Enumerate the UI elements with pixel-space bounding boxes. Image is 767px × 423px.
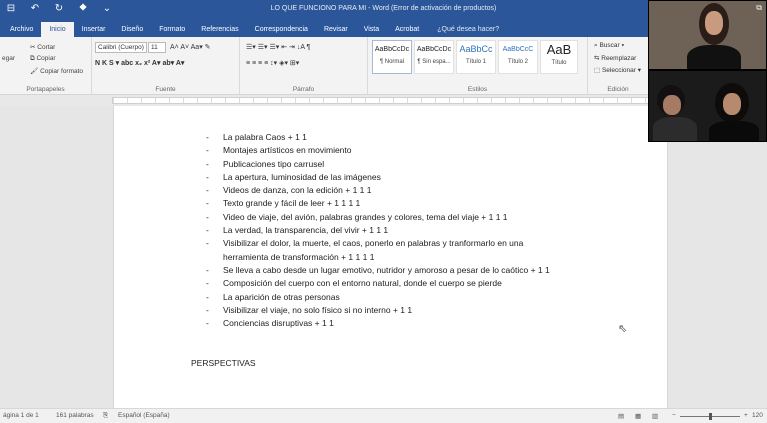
style-normal[interactable]: AaBbCcDc ¶ Normal: [372, 40, 412, 74]
zoom-out-icon[interactable]: −: [672, 412, 676, 419]
tab-diseno[interactable]: Diseño: [113, 26, 151, 37]
font-group: Calibri (Cuerpo) 11 A˄ A˅ Aa▾ ✎ N K S ▾ …: [92, 37, 240, 95]
format-painter-label: Copiar formato: [40, 68, 84, 75]
find-button[interactable]: ⌕ Buscar ▾: [594, 42, 624, 50]
tab-formato[interactable]: Formato: [151, 26, 193, 37]
font-tools-row1[interactable]: A˄ A˅ Aa▾ ✎: [170, 43, 211, 51]
participant-body: [687, 45, 741, 69]
zoom-level[interactable]: 120: [752, 412, 763, 419]
list-item[interactable]: Se lleva a cabo desde un lugar emotivo, …: [206, 264, 666, 278]
font-size-select[interactable]: 11: [148, 42, 166, 53]
list-item[interactable]: La aparición de otras personas: [206, 291, 666, 305]
proofing-icon[interactable]: ⎘: [103, 412, 108, 420]
style-name: Título 2: [507, 59, 528, 65]
paragraph-group-label: Párrafo: [292, 86, 315, 93]
style-sample: AaBbCc: [459, 44, 493, 54]
style-name: Título 1: [465, 59, 486, 65]
font-group-label: Fuente: [155, 86, 176, 93]
brush-icon: 🖌: [30, 68, 41, 75]
style-sample: AaBbCcC: [502, 46, 534, 53]
style-sample: AaB: [546, 42, 572, 57]
select-button[interactable]: ⬚ Seleccionar ▾: [594, 66, 641, 74]
style-name: Título: [551, 60, 567, 66]
web-layout-icon[interactable]: ▥: [652, 412, 658, 420]
font-format-row2[interactable]: N K S ▾ abc x₂ x² A▾ ab▾ A▾: [95, 59, 184, 67]
webcam-tile-1: ⧉: [648, 0, 767, 70]
editing-group: ⌕ Buscar ▾ ⇆ Reemplazar ⬚ Seleccionar ▾ …: [588, 37, 648, 95]
clipboard-group: egar ✂ Cortar ⧉ Copiar 🖌 Copiar formato …: [0, 37, 92, 95]
page-count[interactable]: ágina 1 de 1: [3, 412, 39, 419]
clipboard-group-label: Portapapeles: [26, 86, 65, 93]
word-count[interactable]: 161 palabras: [56, 412, 94, 419]
list-item[interactable]: La verdad, la transparencia, del vivir +…: [206, 224, 666, 238]
participant-body: [709, 121, 759, 141]
style-heading-1[interactable]: AaBbCc Título 1: [456, 40, 496, 74]
styles-group: AaBbCcDc ¶ Normal AaBbCcDc ¶ Sin espa...…: [368, 37, 588, 95]
section-heading[interactable]: PERSPECTIVAS: [191, 358, 256, 368]
list-item[interactable]: La palabra Caos + 1 1: [206, 131, 666, 145]
tab-acrobat[interactable]: Acrobat: [387, 26, 427, 37]
list-item[interactable]: La apertura, luminosidad de las imágenes: [206, 171, 666, 185]
list-item[interactable]: Visibilizar el dolor, la muerte, el caos…: [206, 237, 551, 264]
replace-button[interactable]: ⇆ Reemplazar: [594, 54, 636, 62]
mouse-pointer-icon: ⇖: [618, 323, 628, 335]
cut-label: Cortar: [37, 44, 56, 51]
editing-group-label: Edición: [607, 86, 629, 93]
paragraph-group: ☰▾ ☰▾ ☰▾ ⇤ ⇥ ↓A ¶ ≡ ≡ ≡ ≡ ↕▾ ◈▾ ⊞▾ Párra…: [240, 37, 368, 95]
tell-me-search[interactable]: ¿Qué desea hacer?: [427, 26, 507, 37]
style-heading-2[interactable]: AaBbCcC Título 2: [498, 40, 538, 74]
document-page[interactable]: La palabra Caos + 1 1 Montajes artístico…: [113, 106, 668, 408]
paragraph-row1[interactable]: ☰▾ ☰▾ ☰▾ ⇤ ⇥ ↓A ¶: [246, 43, 310, 51]
styles-group-label: Estilos: [467, 86, 488, 93]
list-item[interactable]: Publicaciones tipo carrusel: [206, 158, 666, 172]
tab-insertar[interactable]: Insertar: [74, 26, 114, 37]
read-mode-icon[interactable]: ▤: [618, 412, 624, 420]
tab-archivo[interactable]: Archivo: [2, 26, 41, 37]
copy-button[interactable]: ⧉ Copiar: [30, 55, 56, 63]
tab-referencias[interactable]: Referencias: [193, 26, 246, 37]
list-item[interactable]: Visibilizar el viaje, no solo físico si …: [206, 304, 666, 318]
style-name: ¶ Normal: [379, 59, 405, 65]
language-indicator[interactable]: Español (España): [118, 412, 170, 419]
style-sample: AaBbCcDc: [416, 46, 452, 53]
zoom-in-icon[interactable]: +: [744, 412, 748, 419]
tab-correspondencia[interactable]: Correspondencia: [247, 26, 316, 37]
cut-button[interactable]: ✂ Cortar: [30, 43, 55, 51]
document-workspace: La palabra Caos + 1 1 Montajes artístico…: [0, 106, 767, 408]
status-bar: ágina 1 de 1 161 palabras ⎘ Español (Esp…: [0, 408, 767, 423]
style-sample: AaBbCcDc: [374, 46, 410, 53]
style-name: ¶ Sin espa...: [417, 59, 451, 65]
print-layout-icon[interactable]: ▦: [635, 412, 641, 420]
participant-body: [653, 117, 697, 141]
participant-face: [705, 11, 723, 35]
list-item[interactable]: Montajes artísticos en movimiento: [206, 144, 666, 158]
participant-face: [723, 93, 741, 115]
list-item[interactable]: Video de viaje, del avión, palabras gran…: [206, 211, 666, 225]
format-painter-button[interactable]: 🖌 Copiar formato: [30, 67, 83, 75]
list-item[interactable]: Texto grande y fácil de leer + 1 1 1 1: [206, 197, 666, 211]
copy-label: Copiar: [36, 55, 56, 62]
paste-button[interactable]: egar: [2, 55, 15, 62]
tab-vista[interactable]: Vista: [356, 26, 387, 37]
bullet-list: La palabra Caos + 1 1 Montajes artístico…: [206, 131, 666, 331]
list-item[interactable]: Videos de danza, con la edición + 1 1 1: [206, 184, 666, 198]
list-item[interactable]: Composición del cuerpo con el entorno na…: [206, 277, 666, 291]
webcam-tile-2: [648, 70, 767, 142]
participant-face: [663, 95, 681, 115]
tab-inicio[interactable]: Inicio: [41, 22, 74, 37]
paragraph-row2[interactable]: ≡ ≡ ≡ ≡ ↕▾ ◈▾ ⊞▾: [246, 59, 299, 67]
list-item[interactable]: Conciencias disruptivas + 1 1: [206, 317, 666, 331]
zoom-slider-thumb[interactable]: [709, 413, 712, 420]
font-name-select[interactable]: Calibri (Cuerpo): [95, 42, 147, 53]
ruler-strip[interactable]: [112, 97, 666, 104]
ruler-ticks: [113, 98, 665, 103]
tab-revisar[interactable]: Revisar: [316, 26, 356, 37]
style-title[interactable]: AaB Título: [540, 40, 578, 74]
restore-window-icon[interactable]: ⧉: [756, 3, 762, 13]
style-no-spacing[interactable]: AaBbCcDc ¶ Sin espa...: [414, 40, 454, 74]
